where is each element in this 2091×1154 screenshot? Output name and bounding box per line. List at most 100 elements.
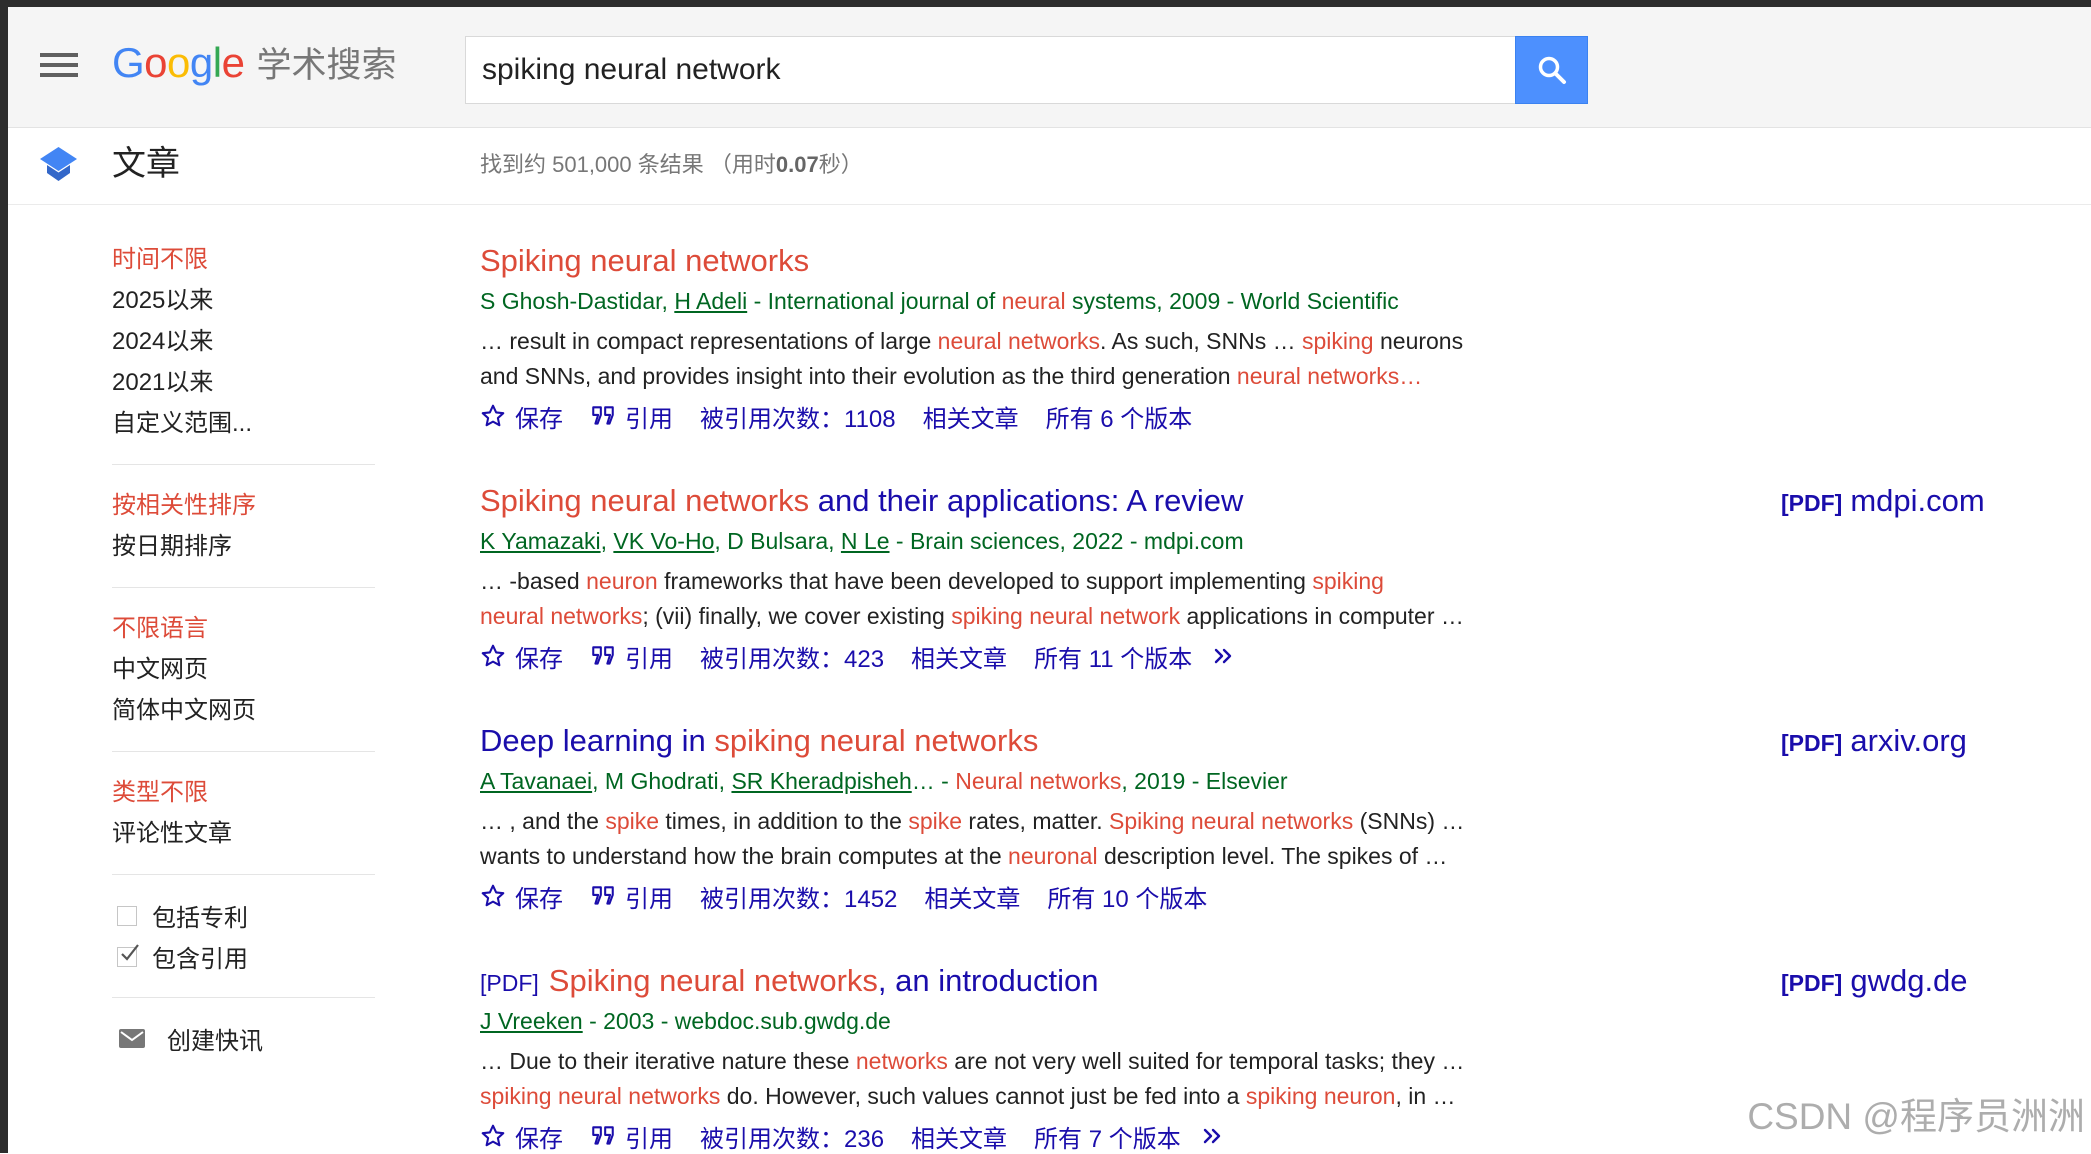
snippet-text: neurons	[1373, 328, 1464, 354]
author-link[interactable]: SR Kheradpisheh	[731, 768, 911, 794]
checkbox-label: 包括专利	[152, 905, 248, 932]
checkbox-option[interactable]: 包括专利	[112, 895, 375, 936]
sidebar-filter-item[interactable]: 中文网页	[112, 649, 375, 690]
google-scholar-logo[interactable]: Google 学术搜索	[112, 33, 396, 93]
sidebar-filter-item[interactable]: 评论性文章	[112, 813, 375, 854]
title-text[interactable]: and their applications: A review	[809, 483, 1244, 518]
snippet-highlight-term: spiking neural networks	[480, 1083, 721, 1109]
all-versions-link[interactable]: 所有 6 个版本	[1045, 401, 1193, 433]
all-versions-link-label: 所有 7 个版本	[1034, 1125, 1181, 1153]
search-input[interactable]	[466, 37, 1515, 103]
checkbox-checked[interactable]	[117, 943, 139, 967]
snippet-highlight-term: neural networks	[937, 328, 1101, 354]
save-button[interactable]: 保存	[480, 641, 563, 673]
sidebar-filter-item[interactable]: 简体中文网页	[112, 690, 375, 731]
result-title-link[interactable]: [PDF] Spiking neural networks, an introdu…	[480, 961, 2000, 1001]
cite-button-label: 引用	[625, 645, 673, 673]
cited-by-link-label: 被引用次数：1452	[700, 885, 898, 913]
author-link[interactable]: VK Vo-Ho	[613, 528, 714, 554]
author-link[interactable]: A Tavanaei	[480, 768, 592, 794]
result-actions: 保存 引用 被引用次数：423 相关文章 所有 11 个版本	[480, 641, 2000, 673]
save-button[interactable]: 保存	[480, 401, 563, 433]
author-link[interactable]: H Adeli	[674, 288, 747, 314]
search-result: Spiking neural networks and their applic…	[480, 481, 2000, 673]
title-highlight-term[interactable]: Spiking neural networks	[480, 243, 809, 278]
save-button[interactable]: 保存	[480, 881, 563, 913]
snippet-line: and SNNs, and provides insight into thei…	[480, 359, 2000, 394]
cite-button[interactable]: 引用	[590, 641, 673, 673]
related-articles-link[interactable]: 相关文章	[911, 1121, 1007, 1153]
save-button[interactable]: 保存	[480, 1121, 563, 1153]
related-articles-link-label: 相关文章	[922, 405, 1019, 433]
result-snippet: … , and the spike times, in addition to …	[480, 804, 2000, 874]
double-chevron-icon[interactable]	[1211, 644, 1237, 668]
cite-button[interactable]: 引用	[590, 401, 673, 433]
snippet-text: rates, matter.	[962, 808, 1110, 834]
double-chevron-icon[interactable]	[1200, 1124, 1226, 1148]
create-alert-link[interactable]: 创建快讯	[112, 1018, 375, 1059]
snippet-highlight-term: spike	[908, 808, 963, 834]
snippet-highlight-term: neural networks	[480, 603, 643, 629]
quote-icon	[590, 643, 616, 669]
side-link-domain: mdpi.com	[1850, 483, 1985, 518]
pdf-side-link[interactable]: [PDF] gwdg.de	[1781, 961, 1968, 1001]
star-icon	[480, 883, 506, 909]
search-box[interactable]	[465, 36, 1515, 104]
checkbox-unchecked[interactable]	[117, 905, 137, 926]
result-title-link[interactable]: Spiking neural networks and their applic…	[480, 481, 2000, 521]
window-frame-left	[0, 0, 8, 1153]
cited-by-link[interactable]: 被引用次数：236	[700, 1121, 885, 1153]
result-title-link[interactable]: Deep learning in spiking neural networks	[480, 721, 2000, 761]
related-articles-link[interactable]: 相关文章	[924, 881, 1020, 913]
sidebar-filter-item[interactable]: 2024以来	[112, 321, 375, 362]
authors-text: , M Ghodrati,	[592, 768, 732, 794]
all-versions-link[interactable]: 所有 10 个版本	[1047, 881, 1207, 913]
authors-text: - 2003 - webdoc.sub.gwdg.de	[582, 1008, 891, 1034]
cite-button[interactable]: 引用	[590, 1121, 673, 1153]
authors-text: ,	[600, 528, 614, 554]
title-highlight-term[interactable]: Spiking neural networks	[480, 483, 809, 518]
pdf-format-tag: [PDF]	[480, 970, 539, 996]
title-highlight-term[interactable]: spiking neural networks	[714, 723, 1038, 758]
related-articles-link[interactable]: 相关文章	[922, 401, 1019, 433]
cited-by-link[interactable]: 被引用次数：1108	[700, 401, 896, 433]
cited-by-link[interactable]: 被引用次数：423	[700, 641, 884, 673]
all-versions-link[interactable]: 所有 11 个版本	[1034, 641, 1192, 673]
sidebar-filter-item[interactable]: 类型不限	[112, 772, 375, 813]
sidebar-filter-item[interactable]: 不限语言	[112, 608, 375, 649]
sidebar-filter-item[interactable]: 2025以来	[112, 280, 375, 321]
all-versions-link[interactable]: 所有 7 个版本	[1034, 1121, 1181, 1153]
title-text[interactable]: Deep learning in	[480, 723, 714, 758]
author-link[interactable]: K Yamazaki	[480, 528, 601, 554]
checkbox-option[interactable]: 包含引用	[112, 936, 375, 977]
sidebar-filter-item[interactable]: 按相关性排序	[112, 485, 375, 526]
result-stats-prefix: 找到约 501,000 条结果 （用时	[480, 152, 776, 177]
sidebar-filter-item[interactable]: 按日期排序	[112, 526, 375, 567]
authors-text: , D Bulsara,	[714, 528, 841, 554]
cited-by-link[interactable]: 被引用次数：1452	[700, 881, 898, 913]
title-text[interactable]: , an introduction	[878, 963, 1099, 998]
authors-text: - International journal of	[747, 288, 1002, 314]
author-link[interactable]: J Vreeken	[480, 1008, 583, 1034]
result-stats: 找到约 501,000 条结果 （用时0.07秒）	[480, 147, 863, 183]
result-authors-source: J Vreeken - 2003 - webdoc.sub.gwdg.de	[480, 1001, 2000, 1041]
all-versions-link-label: 所有 6 个版本	[1045, 405, 1193, 433]
result-stats-time: 0.07	[775, 152, 819, 177]
author-link[interactable]: N Le	[841, 528, 890, 554]
sidebar-filter-item[interactable]: 2021以来	[112, 362, 375, 403]
quote-icon	[590, 883, 616, 909]
related-articles-link[interactable]: 相关文章	[911, 641, 1007, 673]
hamburger-menu-icon[interactable]	[40, 53, 78, 78]
sidebar-filter-item[interactable]: 时间不限	[112, 239, 375, 280]
search-button[interactable]	[1515, 36, 1588, 104]
pdf-side-link[interactable]: [PDF] mdpi.com	[1781, 481, 1985, 521]
pdf-side-link[interactable]: [PDF] arxiv.org	[1781, 721, 1967, 761]
result-title-link[interactable]: Spiking neural networks	[480, 241, 2000, 281]
cited-by-link-label: 被引用次数：236	[700, 1125, 885, 1153]
section-title: 文章	[112, 145, 180, 183]
sidebar-filter-item[interactable]: 自定义范围...	[112, 403, 375, 444]
mail-icon	[119, 1029, 145, 1048]
star-icon	[480, 403, 506, 429]
cite-button[interactable]: 引用	[590, 881, 673, 913]
title-highlight-term[interactable]: Spiking neural networks	[549, 963, 878, 998]
